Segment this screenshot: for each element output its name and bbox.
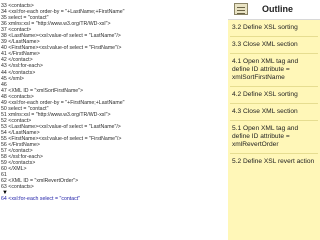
outline-divider: [230, 53, 318, 54]
outline-header: Outline: [228, 0, 320, 20]
outline-divider: [230, 120, 318, 121]
outline-divider: [230, 153, 318, 154]
outline-item[interactable]: 5.1 Open XML tag and define ID attribute…: [228, 125, 320, 149]
current-code-line[interactable]: 64 <xsl:for-each select = "contact": [1, 196, 228, 202]
outline-item[interactable]: 4.2 Define XSL sorting: [228, 91, 320, 99]
outline-divider: [230, 36, 318, 37]
code-editor[interactable]: 33 <contacts> 34 <xsl:for-each order-by =…: [0, 0, 228, 240]
outline-divider: [230, 86, 318, 87]
outline-item[interactable]: 3.3 Close XML section: [228, 41, 320, 49]
outline-item[interactable]: 4.3 Close XML section: [228, 108, 320, 116]
outline-item[interactable]: 5.2 Define XSL revert action: [228, 158, 320, 166]
outline-divider: [230, 103, 318, 104]
outline-item[interactable]: 4.1 Open XML tag and define ID attribute…: [228, 58, 320, 82]
outline-title: Outline: [262, 4, 293, 14]
outline-icon[interactable]: [234, 3, 248, 15]
code-lines: 33 <contacts> 34 <xsl:for-each order-by =…: [1, 3, 228, 190]
outline-panel: Outline 3.2 Define XSL sorting 3.3 Close…: [228, 0, 320, 240]
outline-item[interactable]: 3.2 Define XSL sorting: [228, 24, 320, 32]
